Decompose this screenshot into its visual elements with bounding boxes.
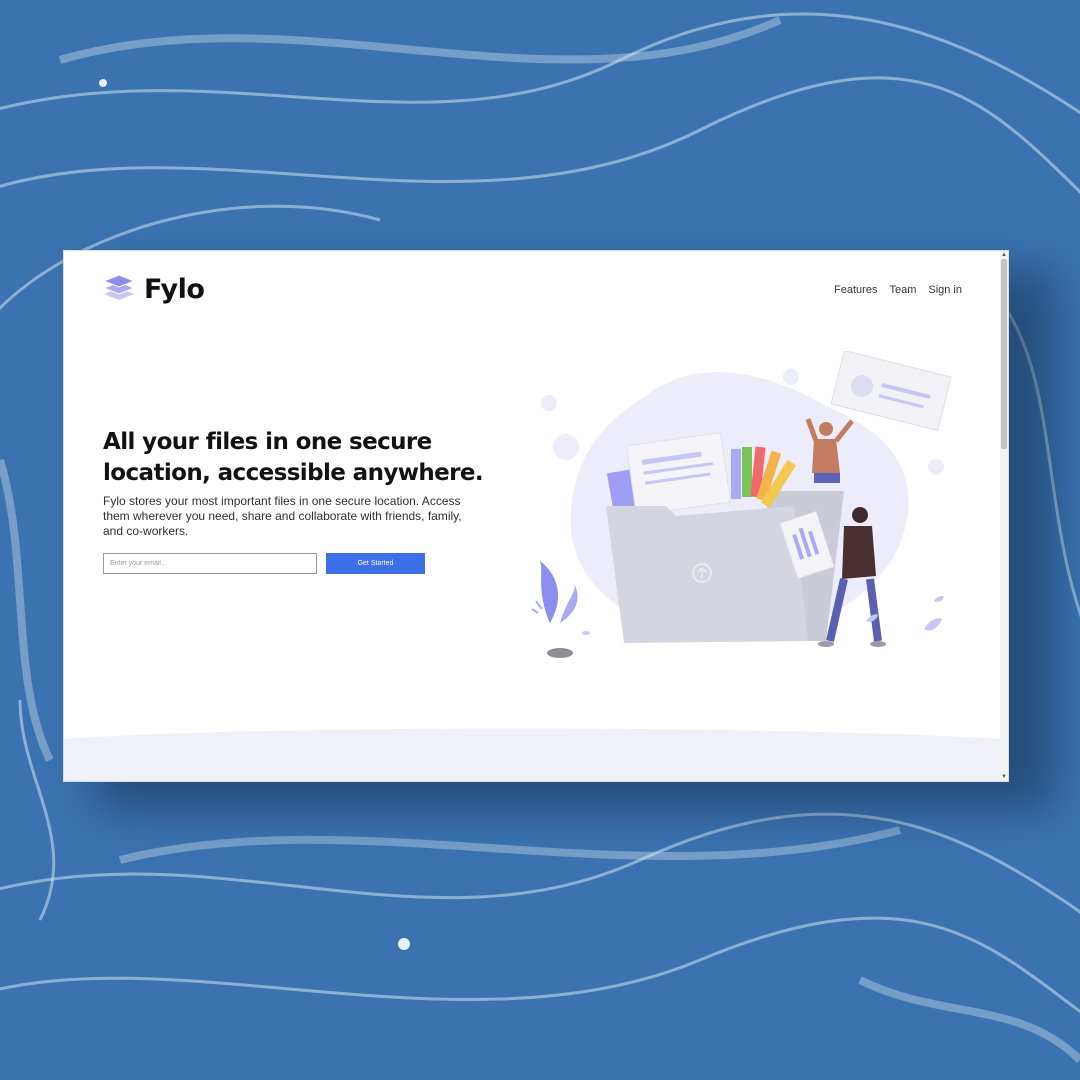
brand-logo[interactable]: Fylo: [102, 273, 205, 306]
scrollbar[interactable]: ▲ ▼: [1000, 251, 1008, 781]
bottom-wave-section: [64, 728, 1002, 781]
email-input[interactable]: [103, 553, 317, 574]
browser-window: Fylo Features Team Sign in All your file…: [63, 250, 1009, 782]
hero-description: Fylo stores your most important files in…: [103, 494, 462, 538]
scroll-up-icon[interactable]: ▲: [1000, 251, 1008, 259]
hero-illustration: [531, 351, 952, 658]
nav-item-sign-in[interactable]: Sign in: [928, 284, 962, 296]
brand-name: Fylo: [144, 274, 205, 305]
scroll-thumb[interactable]: [1001, 259, 1007, 449]
fylo-logo-icon: [102, 273, 136, 306]
get-started-button[interactable]: Get Started: [326, 553, 425, 574]
hero-title: All your files in one secure location, a…: [103, 429, 484, 486]
scroll-down-icon[interactable]: ▼: [1000, 773, 1008, 781]
nav-item-team[interactable]: Team: [889, 284, 916, 296]
nav-item-features[interactable]: Features: [834, 284, 877, 296]
top-nav: Features Team Sign in: [834, 284, 962, 296]
